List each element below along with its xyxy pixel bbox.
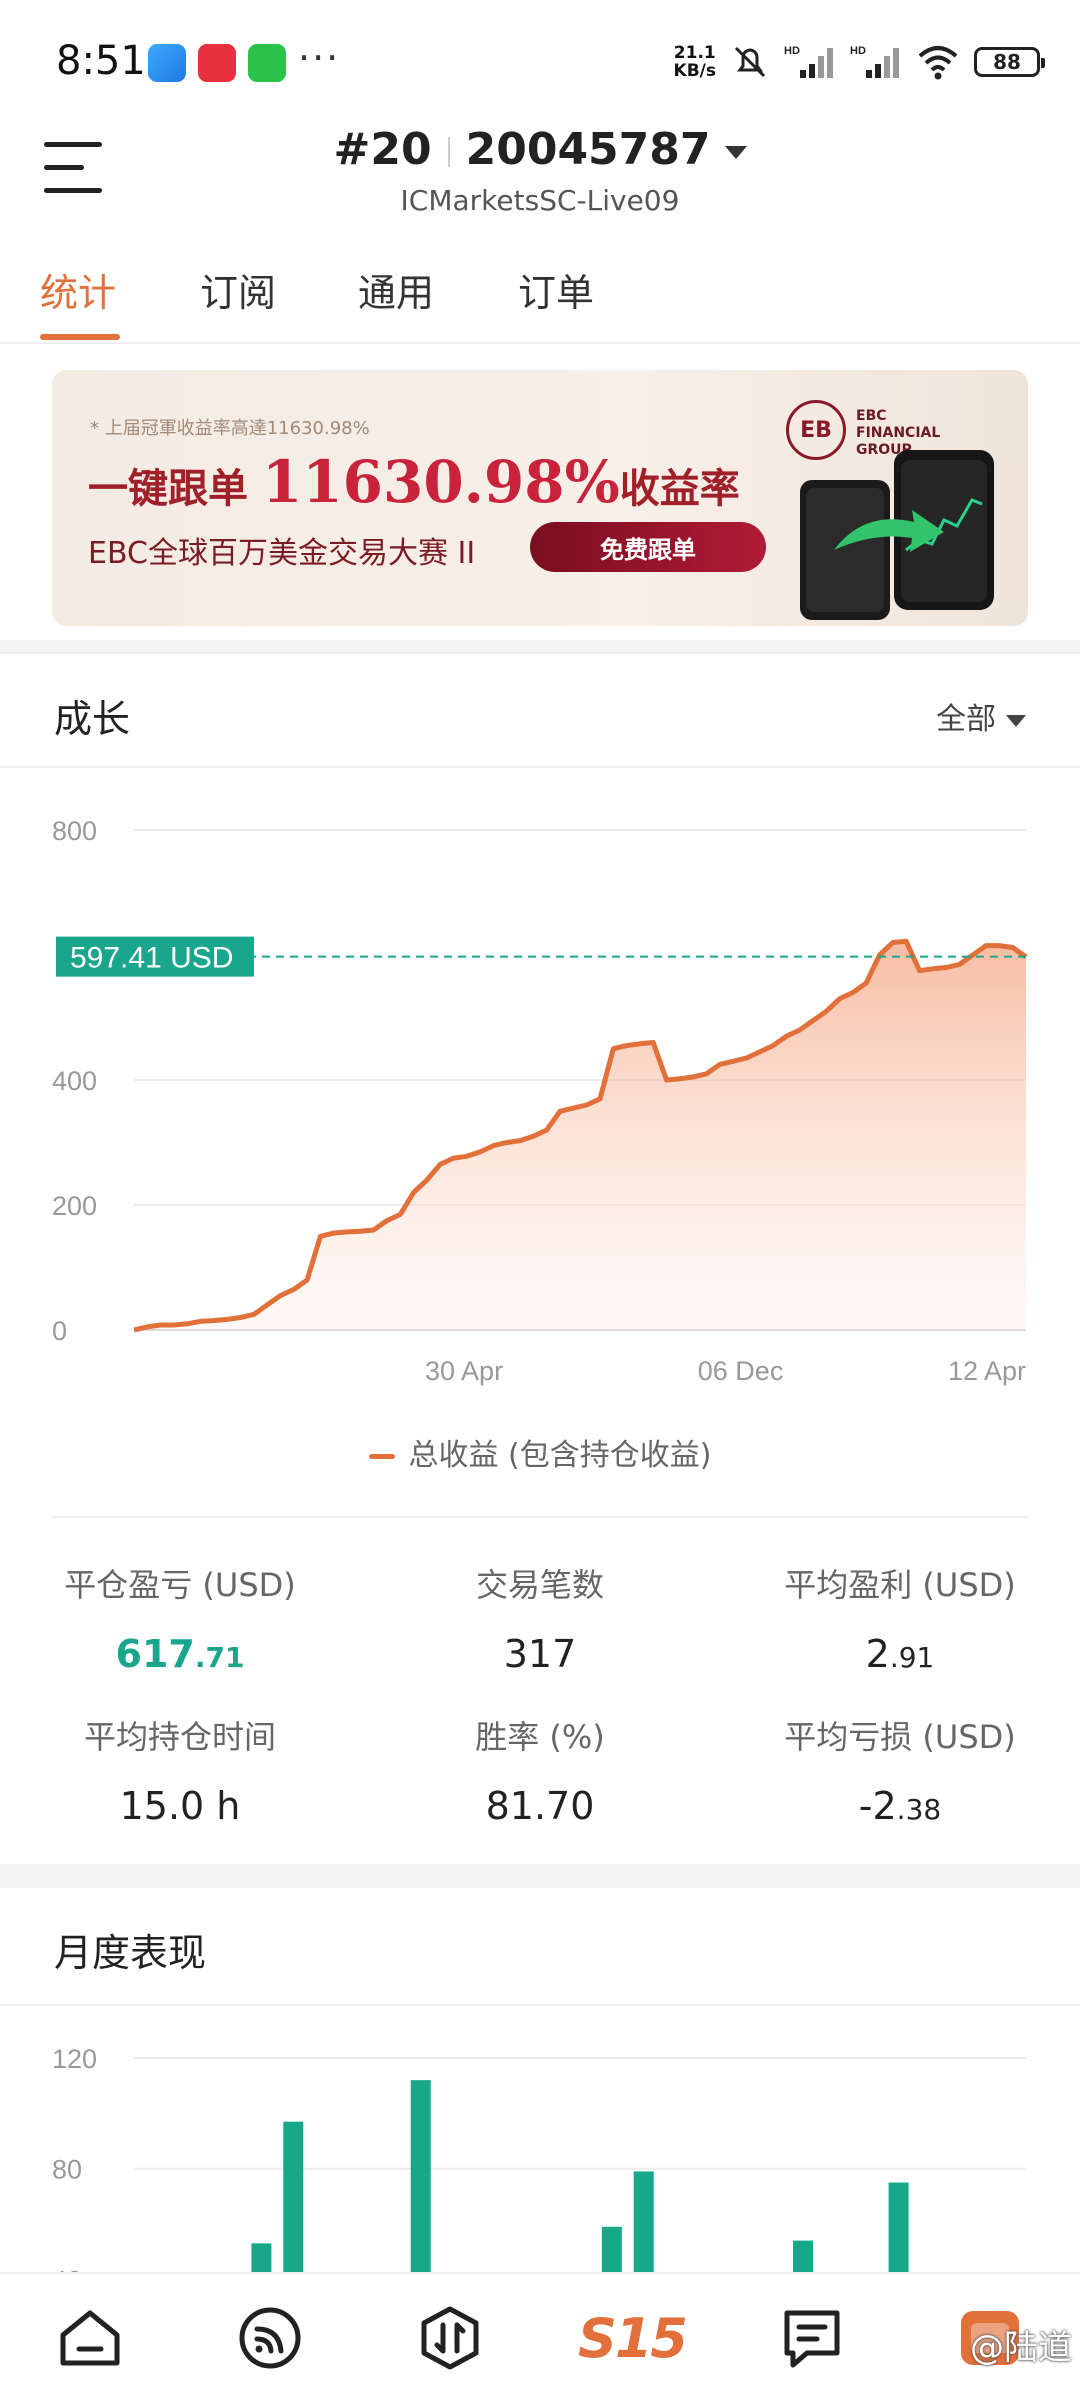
tab-bar: 统计 订阅 通用 订单 [0, 262, 1080, 344]
wechat-notification-icon [248, 44, 286, 82]
section-divider [0, 1864, 1080, 1888]
caret-down-icon [1006, 714, 1026, 727]
signal-hd-icon: HD [850, 45, 899, 78]
nav-home[interactable] [50, 2298, 130, 2378]
stats-divider [52, 1516, 1028, 1518]
caret-down-icon [724, 145, 747, 159]
monthly-bar [410, 2080, 431, 2272]
app-notification-icon [198, 44, 236, 82]
battery-indicator: 88 [974, 47, 1045, 77]
chart-legend: 总收益 (包含持仓收益) [0, 1430, 1080, 1474]
banner-headline: 一键跟单 11630.98%收益率 [88, 448, 740, 516]
more-notifications-icon: ··· [298, 36, 341, 80]
stat-win-rate: 胜率 (%) 81.70 [475, 1718, 605, 1828]
server-name: ICMarketsSC-Live09 [400, 184, 680, 217]
monthly-header: 月度表现 [0, 1888, 1080, 2006]
y-tick-label: 800 [52, 816, 97, 846]
nav-signals[interactable] [230, 2298, 310, 2378]
x-tick-label: 06 Dec [698, 1356, 784, 1386]
network-speed: 21.1 KB/s [673, 43, 716, 81]
mute-bell-icon [734, 46, 766, 78]
status-bar: 8:51 ··· 21.1 KB/s HD HD 88 [0, 0, 1080, 120]
y-tick-label: 0 [52, 1316, 67, 1346]
x-tick-label: 12 Apr [948, 1356, 1026, 1386]
growth-header: 成长 全部 [0, 652, 1080, 768]
copy-trade-button[interactable]: 免费跟单 [530, 522, 766, 572]
y-tick-label: 120 [52, 2044, 97, 2074]
monthly-bar [793, 2240, 813, 2272]
stat-closed-pnl: 平仓盈亏 (USD) 617.71 [64, 1566, 296, 1676]
nav-messages[interactable] [772, 2298, 852, 2378]
banner-subtitle: EBC全球百万美金交易大赛 II [88, 536, 476, 571]
stat-avg-loss: 平均亏损 (USD) -2.38 [784, 1718, 1016, 1828]
monthly-title: 月度表现 [54, 1931, 207, 1975]
current-value-label: 597.41 USD [70, 942, 233, 975]
stat-avg-profit: 平均盈利 (USD) 2.91 [784, 1566, 1016, 1676]
growth-chart[interactable]: 0 200 400 800 30 Apr 06 Dec 12 Apr 597.41 USD [0, 790, 1080, 1410]
monthly-bar [601, 2226, 622, 2272]
tab-general[interactable]: 通用 [358, 262, 434, 317]
x-tick-label: 30 Apr [425, 1356, 503, 1386]
stat-trade-count: 交易笔数 317 [475, 1566, 604, 1676]
y-tick-label: 200 [52, 1191, 97, 1221]
signal-icon [239, 2307, 301, 2369]
phones-illustration [800, 450, 994, 620]
account-id: 20045787 [465, 124, 711, 175]
svg-text:HD: HD [784, 45, 800, 57]
app-notification-icon [148, 44, 186, 82]
promo-banner[interactable]: * 上届冠軍收益率高達11630.98% 一键跟单 11630.98%收益率 E… [52, 370, 1028, 626]
monthly-bar [251, 2243, 272, 2272]
monthly-bar [283, 2121, 304, 2272]
message-icon [784, 2310, 840, 2368]
wifi-icon [918, 46, 958, 80]
growth-title: 成长 [54, 697, 131, 741]
account-selector[interactable]: #20 20045787 [0, 124, 1080, 175]
trade-icon [421, 2306, 479, 2370]
nav-trade[interactable] [410, 2298, 490, 2378]
y-tick-label: 40 [52, 2265, 82, 2272]
monthly-bar [888, 2182, 909, 2272]
monthly-bar [633, 2171, 654, 2272]
watermark: @陆道 [970, 2328, 1072, 2368]
nav-s15[interactable]: S15 [572, 2298, 692, 2378]
section-divider [0, 640, 1080, 652]
y-tick-label: 80 [52, 2155, 82, 2185]
monthly-chart[interactable]: 40 80 120 [0, 2010, 1080, 2272]
signal-hd-icon: HD [784, 45, 833, 78]
tab-statistics[interactable]: 统计 [40, 262, 116, 317]
status-time: 8:51 [56, 38, 146, 84]
stat-avg-hold-time: 平均持仓时间 15.0 h [83, 1718, 276, 1828]
tab-orders[interactable]: 订单 [518, 262, 594, 317]
banner-note: * 上届冠軍收益率高達11630.98% [90, 418, 370, 439]
growth-range-dropdown[interactable]: 全部 [936, 694, 1026, 738]
legend-swatch [368, 1454, 395, 1459]
tab-subscriptions[interactable]: 订阅 [200, 262, 276, 317]
svg-text:HD: HD [850, 45, 866, 57]
tab-active-indicator [40, 334, 120, 340]
account-rank: #20 [333, 124, 432, 175]
banner-return-rate: 11630.98% [261, 448, 620, 516]
home-icon [60, 2310, 120, 2366]
y-tick-label: 400 [52, 1066, 97, 1096]
bottom-navigation: S15 @陆道 [0, 2272, 1080, 2400]
legend-label: 总收益 (包含持仓收益) [408, 1438, 712, 1473]
area-fill [134, 941, 1026, 1330]
